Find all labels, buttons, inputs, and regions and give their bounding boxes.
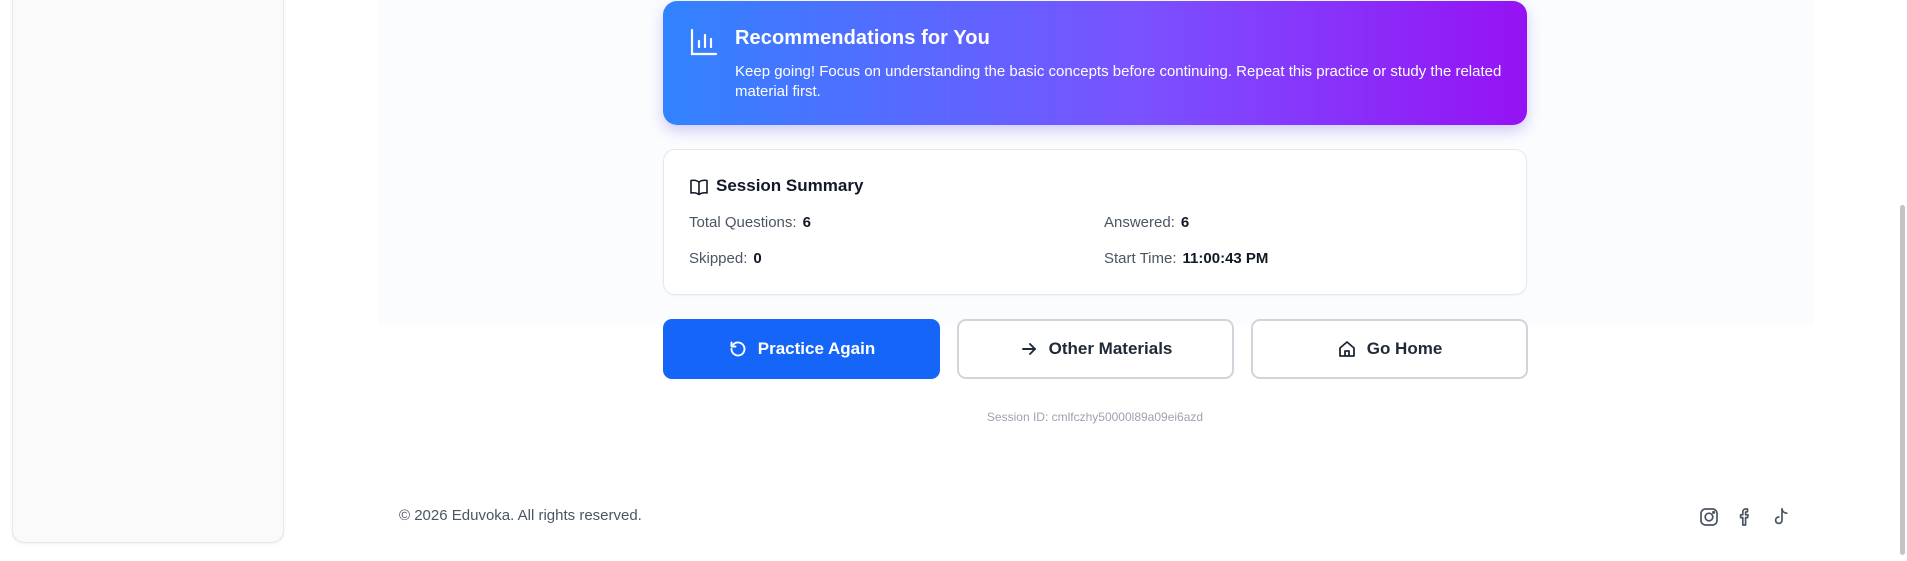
answered-row: Answered: 6	[1104, 214, 1189, 231]
answered-label: Answered:	[1104, 214, 1175, 231]
start-time-value: 11:00:43 PM	[1182, 250, 1269, 267]
answered-value: 6	[1180, 214, 1190, 231]
recommendations-title: Recommendations for You	[735, 27, 990, 49]
scrollbar-thumb[interactable]	[1900, 205, 1905, 555]
practice-again-label: Practice Again	[757, 339, 876, 358]
refresh-icon	[728, 339, 748, 359]
total-questions-row: Total Questions: 6	[689, 214, 811, 231]
session-id: Session ID: cmlfczhy50000l89a09ei6azd	[986, 410, 1204, 424]
other-materials-label: Other Materials	[1048, 339, 1173, 358]
arrow-right-icon	[1019, 339, 1039, 359]
home-icon	[1337, 339, 1357, 359]
footer-copyright: © 2026 Eduvoka. All rights reserved.	[399, 507, 642, 524]
other-materials-button[interactable]: Other Materials	[957, 319, 1234, 379]
session-summary-card: Session Summary Total Questions: 6 Answer…	[663, 149, 1527, 295]
recommendations-text: Keep going! Focus on understanding the b…	[735, 63, 1502, 100]
tiktok-icon[interactable]	[1770, 506, 1792, 528]
skipped-value: 0	[753, 250, 762, 267]
start-time-row: Start Time: 11:00:43 PM	[1104, 250, 1268, 267]
start-time-label: Start Time:	[1104, 250, 1177, 267]
sidebar	[12, 0, 284, 543]
total-questions-value: 6	[802, 214, 811, 231]
instagram-icon[interactable]	[1698, 506, 1720, 528]
recommendations-card: Recommendations for You Keep going! Focu…	[663, 1, 1527, 125]
total-questions-label: Total Questions:	[689, 214, 797, 231]
go-home-button[interactable]: Go Home	[1251, 319, 1528, 379]
go-home-label: Go Home	[1366, 339, 1443, 358]
book-open-icon	[689, 177, 709, 197]
facebook-icon[interactable]	[1734, 506, 1756, 528]
skipped-row: Skipped: 0	[689, 250, 762, 267]
skipped-label: Skipped:	[689, 250, 748, 267]
session-summary-title: Session Summary	[716, 176, 864, 195]
practice-again-button[interactable]: Practice Again	[663, 319, 940, 379]
bar-chart-icon	[689, 27, 719, 57]
